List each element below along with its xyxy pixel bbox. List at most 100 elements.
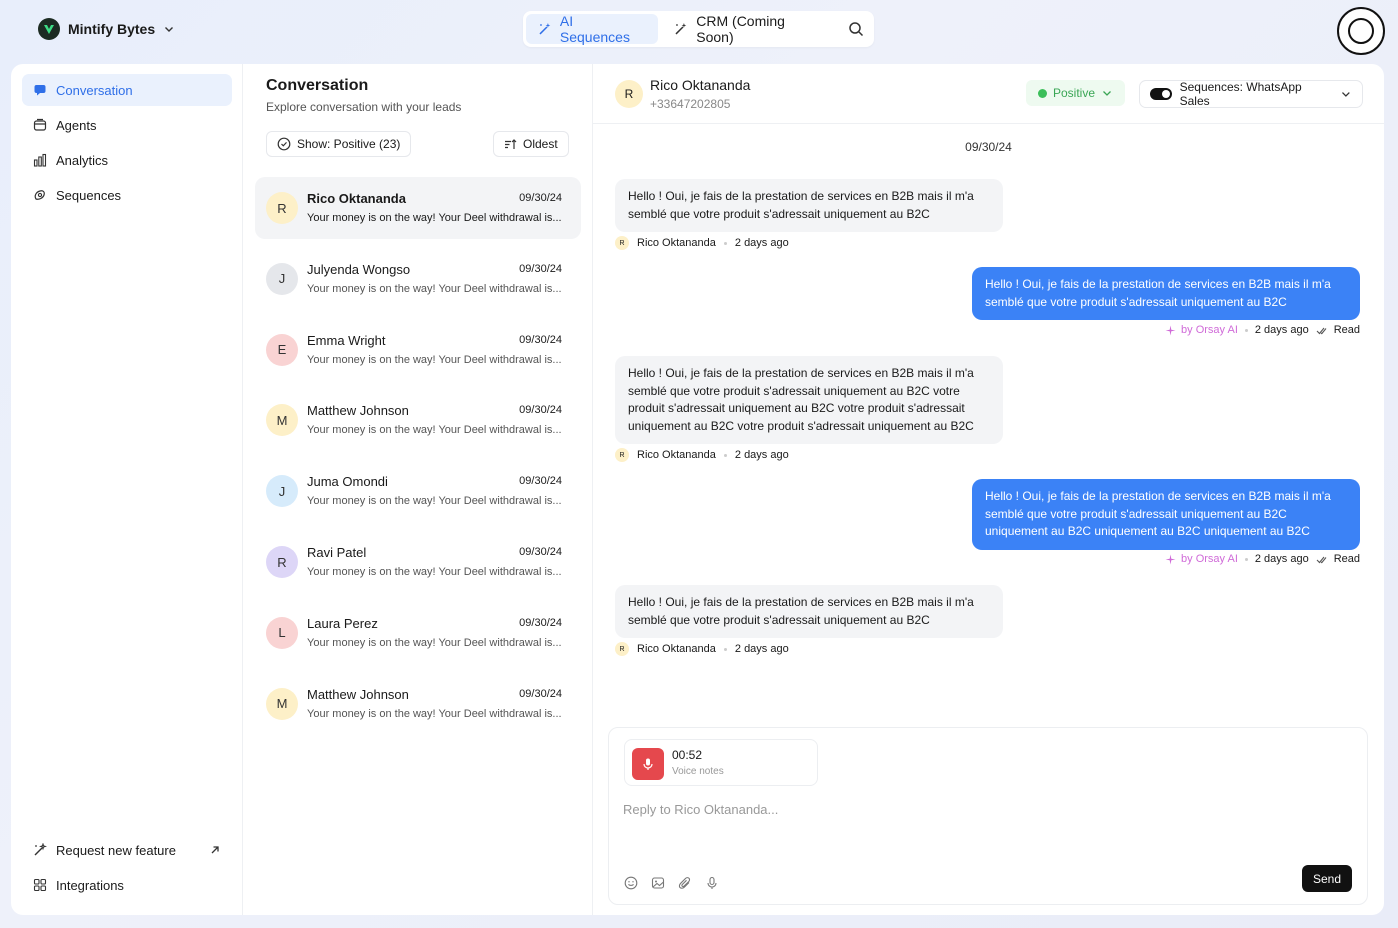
sequence-select[interactable]: Sequences: WhatsApp Sales: [1139, 80, 1363, 108]
magic-wand-icon: [34, 843, 47, 856]
avatar: M: [266, 404, 298, 437]
voice-note-label: Voice notes: [672, 766, 724, 777]
avatar: J: [266, 475, 298, 508]
sidebar-item-label: Request new feature: [56, 842, 176, 858]
magic-wand-icon: [675, 23, 687, 35]
check-circle-icon: [277, 137, 291, 151]
double-check-icon: [1316, 327, 1327, 334]
agent-icon: [33, 118, 47, 131]
sender-avatar: R: [615, 448, 629, 462]
chevron-down-icon: [1103, 91, 1111, 96]
image-icon[interactable]: [651, 876, 665, 890]
conversation-name: Juma Omondi: [307, 474, 388, 490]
emoji-icon[interactable]: [624, 876, 638, 890]
sender-avatar: R: [615, 236, 629, 250]
conversation-list-panel: Conversation Explore conversation with y…: [243, 64, 593, 915]
sidebar-item-analytics[interactable]: Analytics: [22, 144, 232, 176]
outgoing-message: Hello ! Oui, je fais de la prestation de…: [972, 479, 1360, 550]
conversation-date: 09/30/24: [519, 192, 562, 204]
magic-wand-icon: [539, 23, 551, 35]
sort-button[interactable]: Oldest: [493, 131, 569, 157]
conversation-preview: Your money is on the way! Your Deel with…: [307, 353, 562, 366]
conversation-list-item[interactable]: J Juma Omondi 09/30/24 Your money is on the…: [255, 460, 581, 522]
conversation-date: 09/30/24: [519, 262, 562, 275]
voice-note-attachment[interactable]: 00:52 Voice notes: [624, 739, 818, 786]
read-receipt: Read: [1333, 553, 1360, 565]
contact-name: Rico Oktananda: [650, 77, 751, 93]
conversation-list-item[interactable]: E Emma Wright 09/30/24 Your money is on the…: [255, 319, 581, 381]
message-meta: by Orsay AI 2 days ago Read: [1165, 553, 1360, 565]
sidebar-item-label: Conversation: [56, 82, 133, 98]
workspace-name: Mintify Bytes: [68, 21, 156, 37]
conversation-preview: Your money is on the way! Your Deel with…: [307, 212, 562, 224]
microphone-icon: [643, 758, 653, 770]
conversation-date: 09/30/24: [519, 333, 562, 346]
conversation-date: 09/30/24: [519, 546, 562, 558]
conversation-list-item[interactable]: M Matthew Johnson 09/30/24 Your money is on…: [255, 673, 581, 735]
voice-note-duration: 00:52: [672, 748, 703, 762]
ai-attribution-label: by Orsay AI: [1181, 324, 1238, 336]
conversation-name: Ravi Patel: [307, 545, 367, 560]
dot-separator: [723, 241, 727, 245]
reply-input[interactable]: [623, 797, 1343, 821]
conversation-list-item[interactable]: L Laura Perez 09/30/24 Your money is on the…: [255, 602, 581, 664]
chat-bubble-icon: [34, 85, 46, 96]
conversation-list-subtitle: Explore conversation with your leads: [266, 100, 462, 114]
microphone-icon[interactable]: [705, 876, 719, 890]
message-time: 2 days ago: [1254, 324, 1309, 336]
composer-toolbar: [624, 876, 719, 890]
workspace-switcher[interactable]: Mintify Bytes: [38, 18, 175, 40]
conversation-list-item[interactable]: J Julyenda Wongso 09/30/24 Your money is on…: [255, 248, 581, 310]
profile-badge[interactable]: [1337, 7, 1385, 55]
tab-ai-sequences[interactable]: AI Sequences: [526, 13, 659, 45]
grid-icon: [33, 878, 47, 892]
sender-name: Rico Oktananda: [637, 449, 716, 461]
tab-crm[interactable]: CRM (Coming Soon): [662, 13, 837, 45]
ai-attribution: by Orsay AI: [1165, 324, 1238, 336]
send-button[interactable]: Send: [1302, 865, 1352, 892]
date-separator: 09/30/24: [965, 140, 1012, 154]
conversation-preview: Your money is on the way! Your Deel with…: [307, 495, 562, 508]
conversation-list-item[interactable]: R Ravi Patel 09/30/24 Your money is on the …: [255, 531, 581, 593]
conversation-preview: Your money is on the way! Your Deel with…: [307, 636, 562, 649]
message-time: 2 days ago: [1254, 553, 1309, 565]
sidebar-item-integrations[interactable]: Integrations: [22, 869, 232, 901]
contact-phone: +33647202805: [650, 97, 731, 111]
conversation-name: Emma Wright: [307, 332, 386, 348]
bar-chart-icon: [33, 153, 47, 167]
sequence-toggle[interactable]: [1150, 88, 1172, 100]
search-button[interactable]: [841, 14, 871, 44]
sort-icon: [505, 138, 517, 149]
chevron-down-icon: [1342, 92, 1350, 97]
top-navigation: AI Sequences CRM (Coming Soon): [523, 11, 874, 47]
conversation-name: Laura Perez: [307, 615, 378, 631]
avatar: R: [266, 546, 298, 578]
chat-panel: R Rico Oktananda +33647202805 Positive S…: [593, 64, 1384, 915]
conversation-name: Matthew Johnson: [307, 686, 409, 702]
conversation-list-item[interactable]: M Matthew Johnson 09/30/24 Your money is on…: [255, 389, 581, 451]
conversation-date: 09/30/24: [519, 475, 562, 488]
ai-attribution: by Orsay AI: [1165, 553, 1238, 565]
conversation-name: Rico Oktananda: [307, 191, 406, 206]
sequence-label: Sequences: WhatsApp Sales: [1179, 80, 1302, 108]
sidebar-item-agents[interactable]: Agents: [22, 109, 232, 141]
lead-status-dropdown[interactable]: Positive: [1026, 80, 1126, 106]
conversation-preview: Your money is on the way! Your Deel with…: [307, 282, 562, 295]
sidebar-item-request-feature[interactable]: Request new feature: [22, 834, 232, 866]
double-check-icon: [1316, 556, 1327, 563]
read-receipt: Read: [1333, 324, 1360, 336]
avatar: J: [266, 262, 298, 295]
sidebar-item-label: Analytics: [56, 152, 109, 168]
message-meta: R Rico Oktananda 2 days ago: [615, 448, 789, 462]
conversation-list-item[interactable]: R Rico Oktananda 09/30/24 Your money is on …: [255, 177, 581, 239]
paperclip-icon[interactable]: [678, 876, 692, 890]
sequence-icon: [34, 190, 45, 200]
reply-composer: 00:52 Voice notes Send: [608, 727, 1368, 905]
conversation-preview: Your money is on the way! Your Deel with…: [307, 566, 562, 578]
incoming-message: Hello ! Oui, je fais de la prestation de…: [615, 179, 1003, 232]
filter-button[interactable]: Show: Positive (23): [266, 131, 412, 157]
chat-header: R Rico Oktananda +33647202805 Positive S…: [593, 64, 1384, 124]
sidebar-item-conversation[interactable]: Conversation: [22, 74, 232, 106]
voice-note-button[interactable]: [632, 748, 664, 780]
sidebar-item-sequences[interactable]: Sequences: [22, 179, 232, 211]
